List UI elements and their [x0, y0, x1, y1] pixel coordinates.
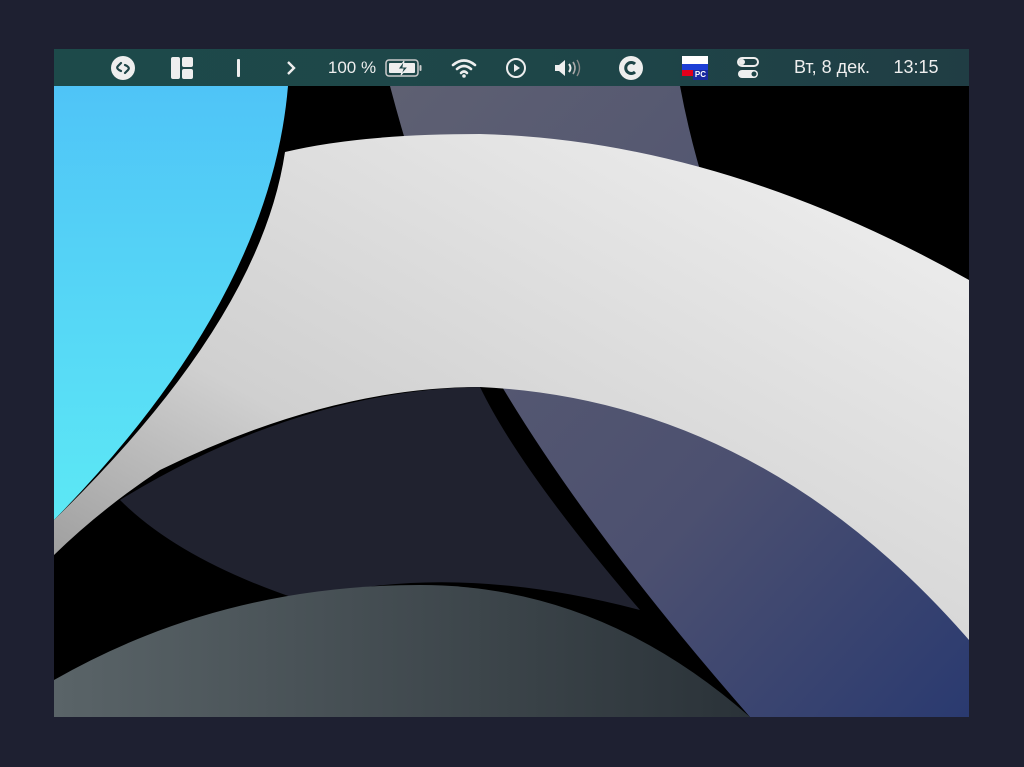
play-icon[interactable]	[504, 49, 528, 86]
text-cursor-icon[interactable]	[230, 49, 248, 86]
layout-icon[interactable]	[170, 49, 194, 86]
volume-icon[interactable]	[552, 49, 584, 86]
battery-charging-icon[interactable]	[384, 49, 424, 86]
russian-flag-icon[interactable]: PC	[680, 49, 710, 86]
desktop-screen: 100 % PC Вт, 8 дек. 13:15	[54, 49, 969, 717]
chevron-right-icon[interactable]	[282, 49, 300, 86]
wallpaper	[54, 86, 969, 717]
menu-bar: 100 % PC Вт, 8 дек. 13:15	[54, 49, 969, 86]
shazam-icon[interactable]	[110, 49, 136, 86]
battery-percent: 100 %	[327, 57, 377, 77]
control-center-icon[interactable]	[736, 49, 760, 86]
c-icon[interactable]	[618, 49, 644, 86]
menubar-date[interactable]: Вт, 8 дек.	[784, 49, 880, 86]
wifi-icon[interactable]	[450, 49, 478, 86]
flag-label: PC	[692, 69, 708, 80]
menubar-time[interactable]: 13:15	[886, 49, 946, 86]
